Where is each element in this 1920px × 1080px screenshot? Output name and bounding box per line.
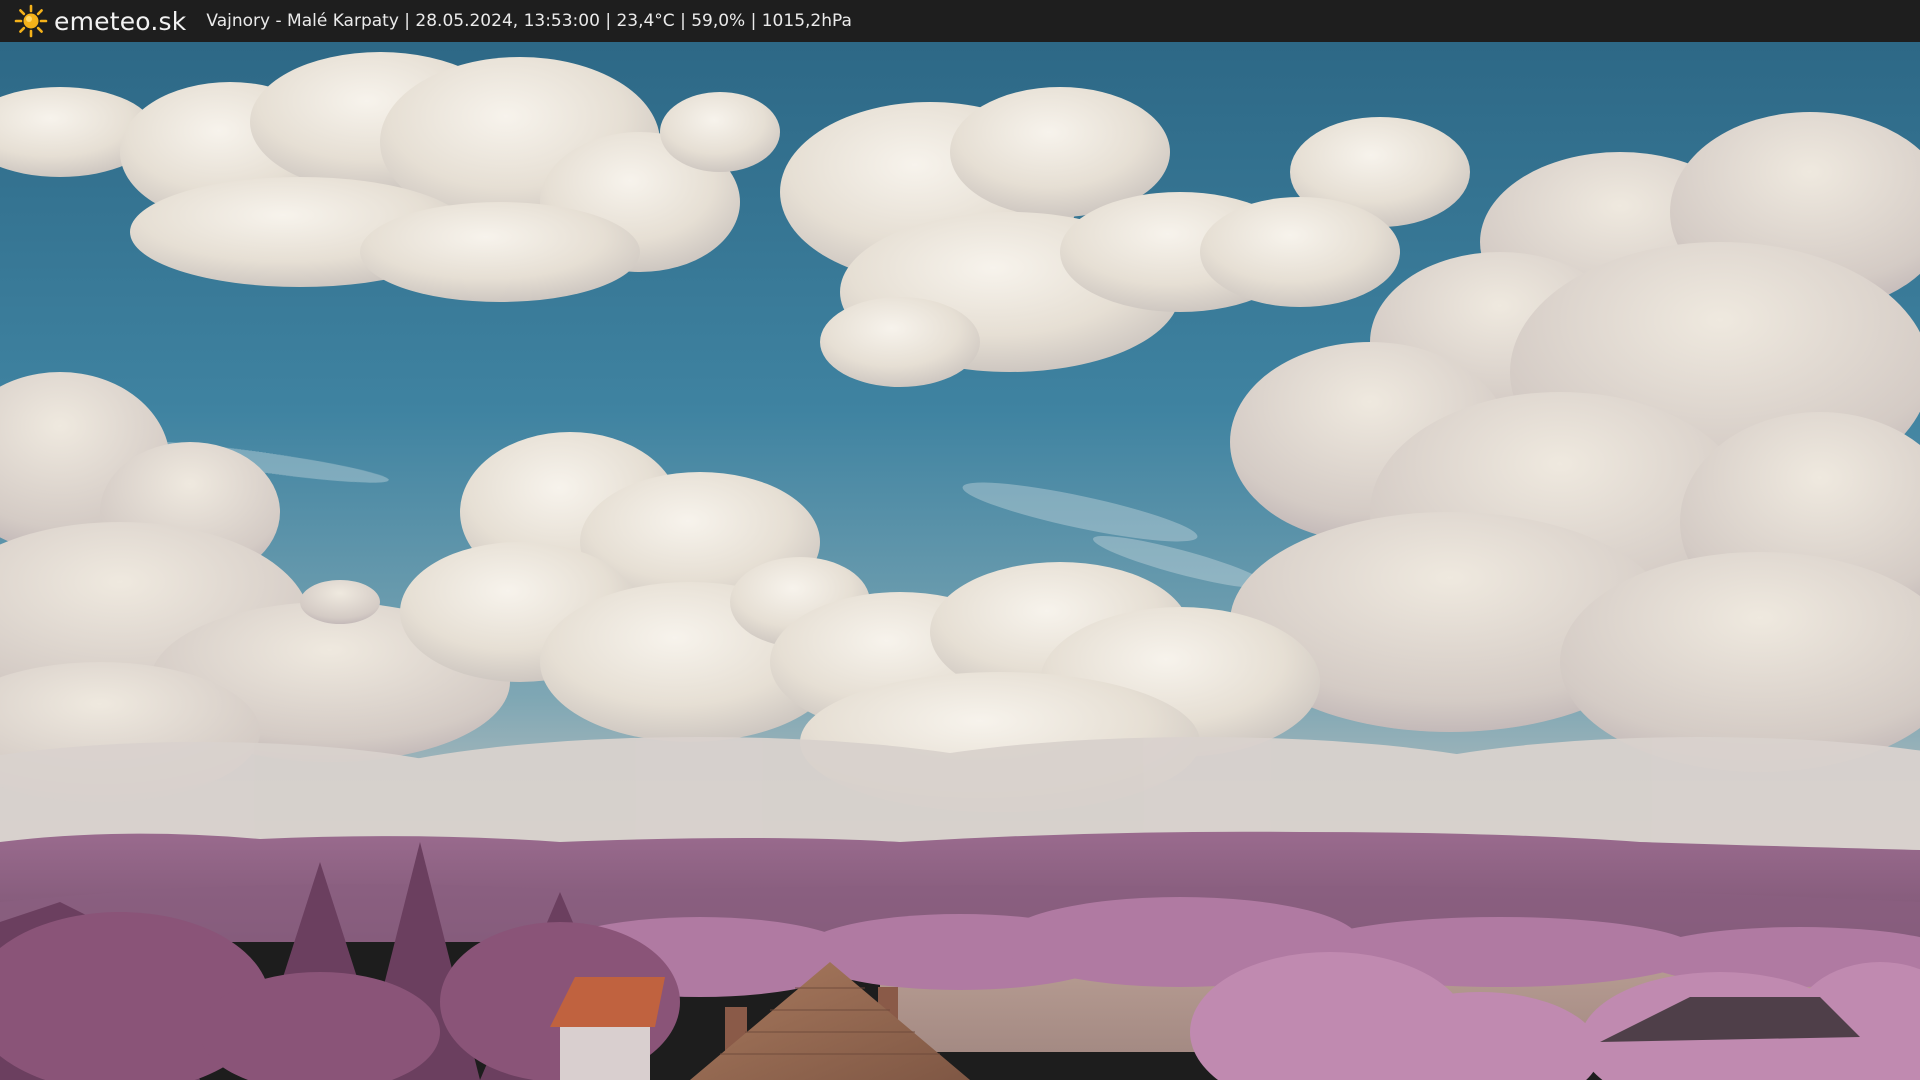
weather-status-readout: Vajnory - Malé Karpaty | 28.05.2024, 13:…	[206, 11, 852, 31]
top-bar: emeteo.sk Vajnory - Malé Karpaty | 28.05…	[0, 0, 1920, 42]
sun-icon	[14, 4, 48, 38]
brand-name: emeteo.sk	[54, 6, 187, 36]
webcam-image	[0, 42, 1920, 1080]
webcam-scene	[0, 42, 1920, 1080]
brand[interactable]: emeteo.sk	[14, 4, 186, 38]
